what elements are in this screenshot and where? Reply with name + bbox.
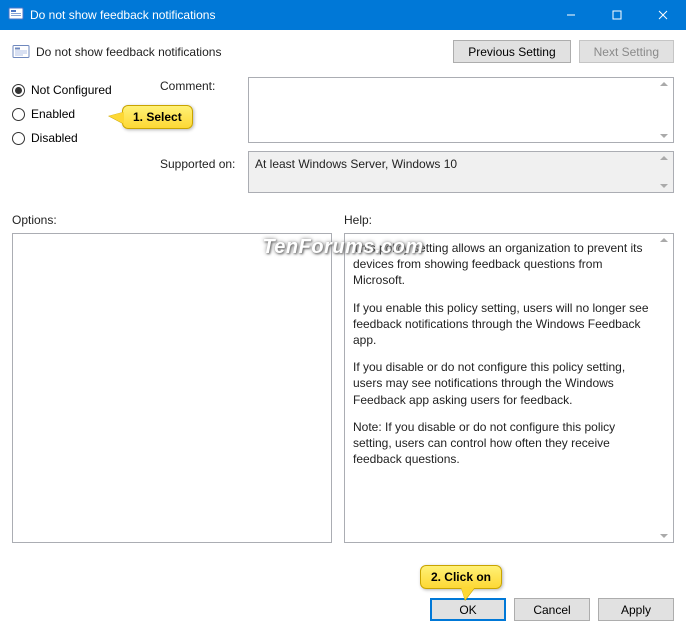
- annotation-callout-2: 2. Click on: [420, 565, 502, 589]
- annotation-text: 2. Click on: [431, 570, 491, 584]
- close-button[interactable]: [640, 0, 686, 30]
- supported-on-label: Supported on:: [160, 151, 242, 193]
- next-setting-button: Next Setting: [579, 40, 674, 63]
- scroll-down-icon: [660, 534, 668, 538]
- policy-icon: [12, 43, 30, 61]
- radio-label: Enabled: [31, 107, 75, 121]
- options-label: Options:: [12, 213, 332, 227]
- help-paragraph: If you enable this policy setting, users…: [353, 300, 653, 349]
- previous-setting-button[interactable]: Previous Setting: [453, 40, 570, 63]
- options-box: [12, 233, 332, 543]
- supported-on-text: At least Windows Server, Windows 10: [255, 157, 457, 171]
- dialog-footer: OK Cancel Apply: [430, 598, 674, 621]
- radio-not-configured[interactable]: Not Configured: [12, 83, 152, 97]
- title-bar: Do not show feedback notifications: [0, 0, 686, 30]
- radio-label: Not Configured: [31, 83, 112, 97]
- comment-input[interactable]: [248, 77, 674, 143]
- app-icon: [8, 6, 24, 25]
- help-label: Help:: [344, 213, 674, 227]
- help-paragraph: If you disable or do not configure this …: [353, 359, 653, 408]
- policy-title: Do not show feedback notifications: [36, 45, 453, 59]
- scroll-up-icon: [660, 82, 668, 86]
- radio-disabled[interactable]: Disabled: [12, 131, 152, 145]
- help-paragraph: Note: If you disable or do not configure…: [353, 419, 653, 468]
- radio-label: Disabled: [31, 131, 78, 145]
- scroll-down-icon: [660, 184, 668, 188]
- annotation-text: 1. Select: [133, 110, 182, 124]
- maximize-button[interactable]: [594, 0, 640, 30]
- scroll-up-icon: [660, 238, 668, 242]
- radio-dot-icon: [12, 84, 25, 97]
- cancel-button[interactable]: Cancel: [514, 598, 590, 621]
- scroll-down-icon: [660, 134, 668, 138]
- radio-dot-icon: [12, 108, 25, 121]
- help-paragraph: This policy setting allows an organizati…: [353, 240, 653, 289]
- radio-dot-icon: [12, 132, 25, 145]
- apply-button[interactable]: Apply: [598, 598, 674, 621]
- annotation-callout-1: 1. Select: [122, 105, 193, 129]
- scroll-up-icon: [660, 156, 668, 160]
- window-title: Do not show feedback notifications: [30, 8, 215, 22]
- supported-on-value: At least Windows Server, Windows 10: [248, 151, 674, 193]
- help-box: This policy setting allows an organizati…: [344, 233, 674, 543]
- ok-button[interactable]: OK: [430, 598, 506, 621]
- minimize-button[interactable]: [548, 0, 594, 30]
